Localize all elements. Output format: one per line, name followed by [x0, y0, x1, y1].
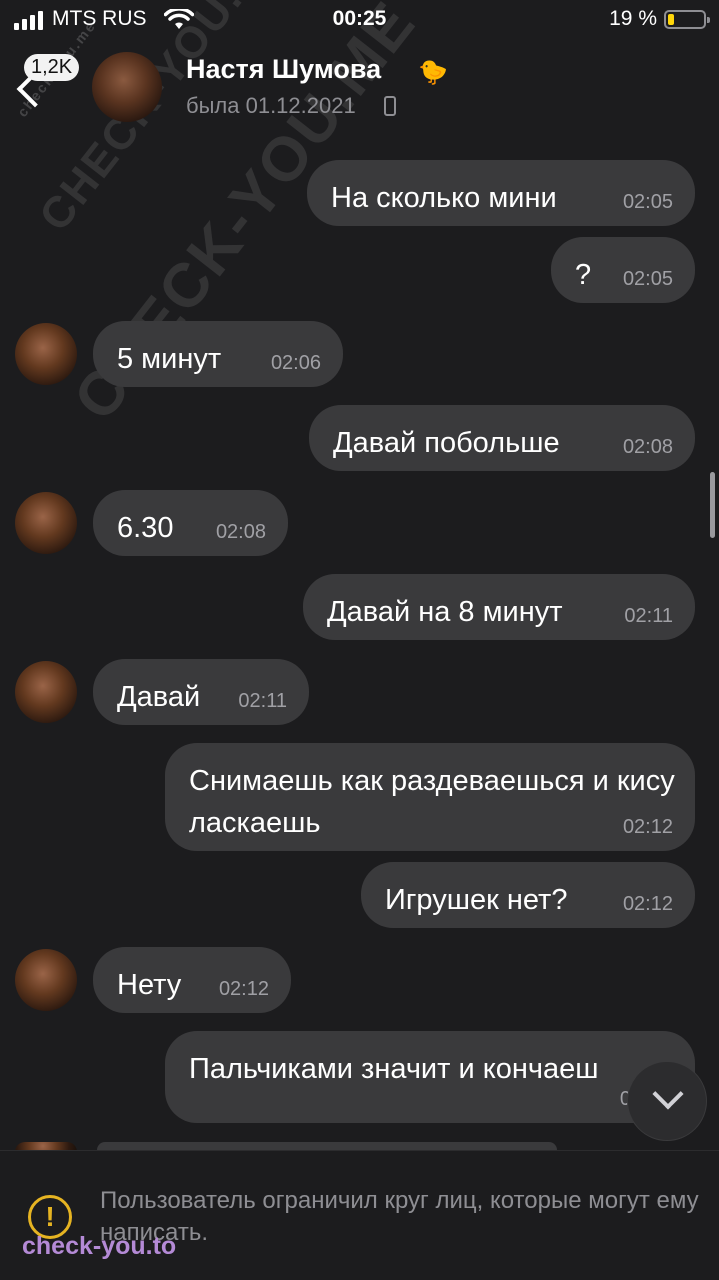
chick-emoji: 🐤 — [418, 59, 448, 86]
message-text: Давай на 8 минут — [327, 596, 563, 628]
message-time: 02:08 — [215, 521, 266, 543]
message-bubble[interactable]: ? 02:05 — [551, 237, 695, 303]
message-bubble[interactable]: На сколько мини 02:05 — [307, 160, 695, 226]
message-text: ? — [575, 259, 592, 291]
site-watermark: check-you.to — [22, 1232, 177, 1260]
unread-count-badge[interactable]: 1,2K — [24, 54, 80, 81]
message-time: 02:11 — [624, 605, 673, 627]
phone-icon — [384, 96, 396, 116]
scroll-indicator[interactable] — [710, 472, 715, 538]
battery-cap — [707, 17, 710, 23]
message-time: 02:12 — [622, 816, 673, 838]
message-text: Игрушек нет? — [385, 884, 568, 916]
message-text: Нету — [117, 969, 182, 1001]
message-bubble[interactable]: Снимаешь как раздеваешься и кису ласкаеш… — [165, 743, 695, 851]
message-bubble[interactable]: Давай побольше 02:08 — [309, 405, 695, 471]
sender-avatar[interactable] — [15, 661, 77, 723]
battery-percent: 19 % — [609, 7, 657, 30]
message-time: 02:05 — [622, 191, 673, 213]
message-bubble[interactable]: 6.30 02:08 — [93, 490, 288, 556]
contact-avatar[interactable] — [92, 52, 162, 122]
battery-fill — [668, 14, 675, 25]
sender-avatar[interactable] — [15, 323, 77, 385]
message-bubble[interactable]: Нету 02:12 — [93, 947, 291, 1013]
contact-name[interactable]: Настя Шумова — [186, 54, 381, 85]
message-text: 6.30 — [117, 512, 174, 544]
chat-header: 1,2K Настя Шумова 🐤 была 01.12.2021 — [0, 40, 719, 140]
message-time: 02:05 — [622, 268, 673, 290]
message-text: Давай побольше — [333, 427, 560, 459]
message-time: 02:12 — [622, 893, 673, 915]
message-bubble[interactable]: Давай 02:11 — [93, 659, 309, 725]
last-seen-status: была 01.12.2021 — [186, 93, 356, 118]
sender-avatar[interactable] — [15, 492, 77, 554]
message-bubble[interactable]: Игрушек нет? 02:12 — [361, 862, 695, 928]
message-text: На сколько мини — [331, 182, 557, 214]
message-bubble[interactable]: 5 минут 02:06 — [93, 321, 343, 387]
message-bubble[interactable]: Пальчиками значит и кончаеш 0 — [165, 1031, 695, 1123]
scroll-down-button[interactable] — [627, 1061, 707, 1141]
sender-avatar[interactable] — [15, 949, 77, 1011]
message-time: 02:06 — [270, 352, 321, 374]
restriction-text: Пользователь ограничил круг лиц, которые… — [100, 1187, 699, 1246]
battery-icon — [664, 10, 710, 29]
message-time: 02:08 — [622, 436, 673, 458]
message-time: 02:11 — [238, 690, 287, 712]
status-bar: MTS RUS 00:25 19 % — [0, 0, 719, 40]
chevron-down-icon — [652, 1078, 684, 1110]
message-text: 5 минут — [117, 343, 222, 375]
message-bubble[interactable]: Давай на 8 минут 02:11 — [303, 574, 695, 640]
message-text: Давай — [117, 681, 201, 713]
message-text: Пальчиками значит и кончаеш — [189, 1053, 599, 1085]
message-time: 02:12 — [218, 978, 269, 1000]
message-text: Снимаешь как раздеваешься и кису ласкаеш… — [189, 765, 675, 839]
